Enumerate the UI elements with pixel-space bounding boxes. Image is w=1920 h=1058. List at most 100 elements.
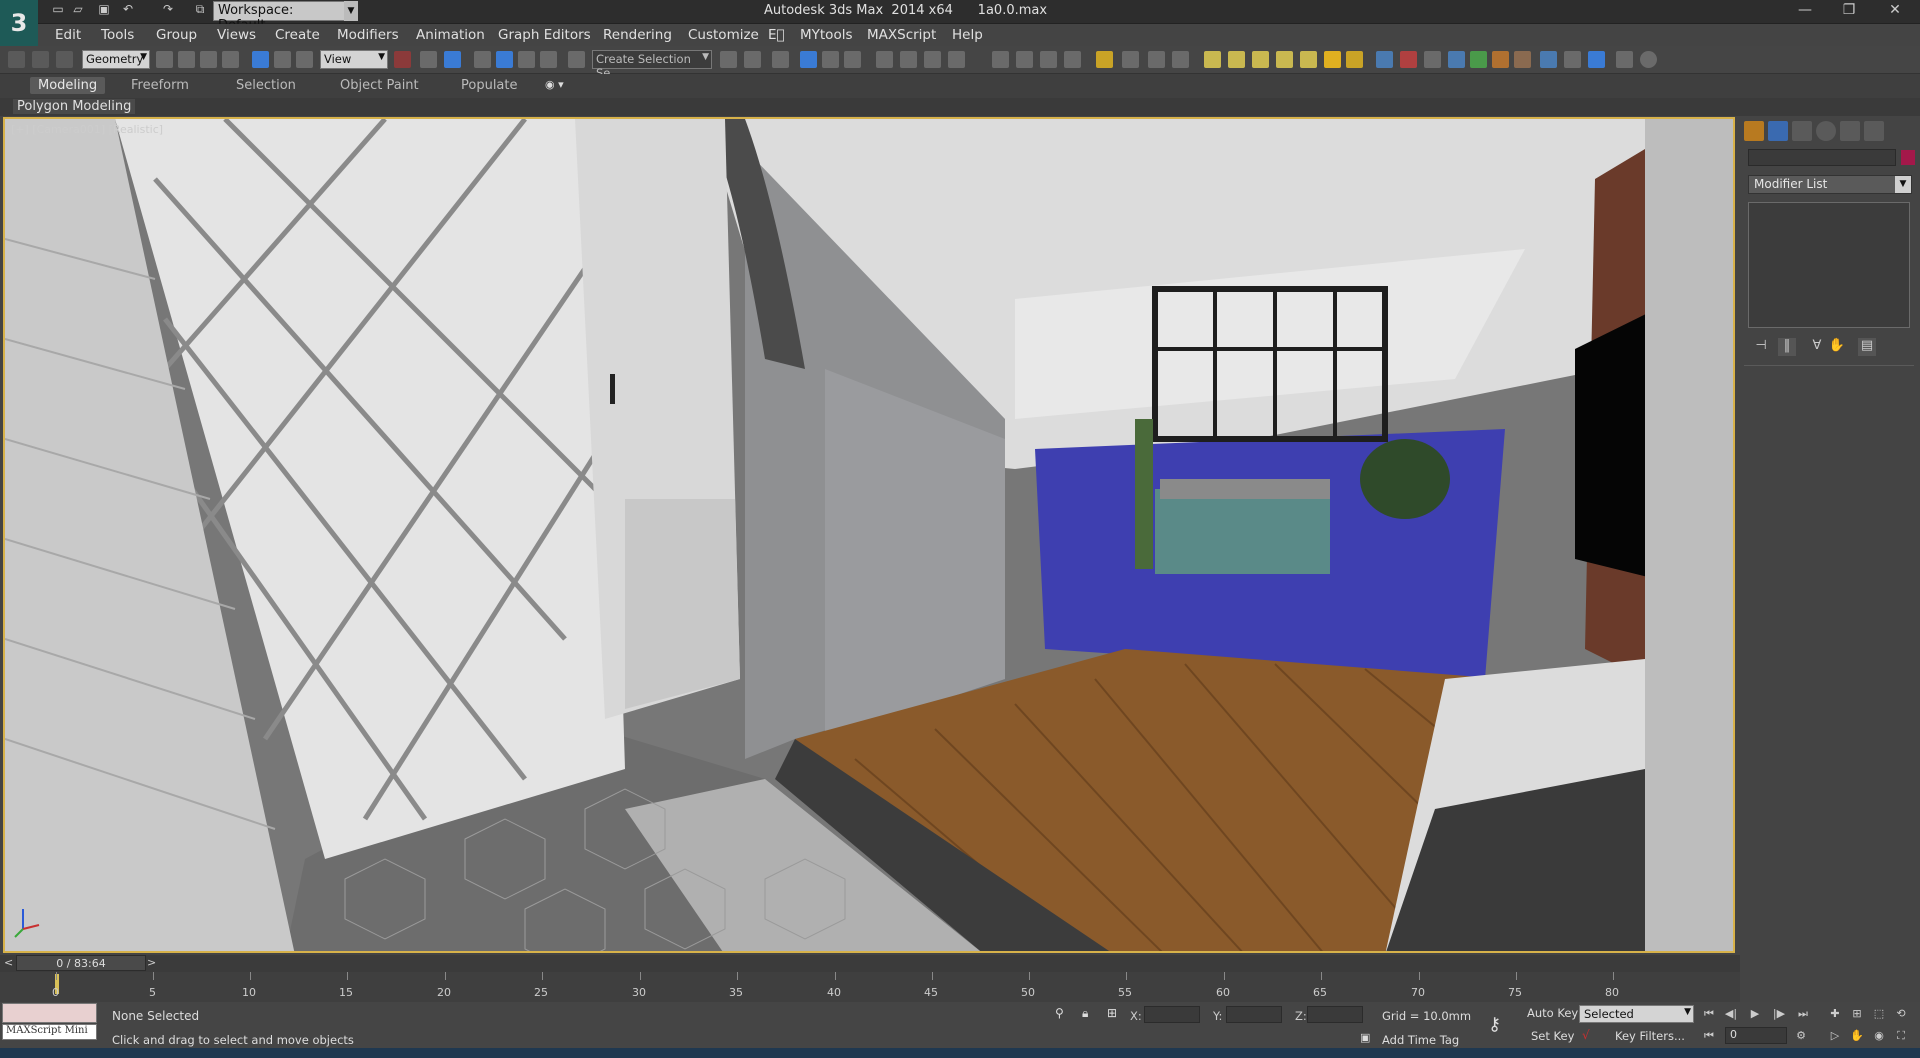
menu-modifiers[interactable]: Modifiers [337, 27, 399, 43]
ambient-light-icon[interactable] [1346, 51, 1363, 68]
sphere-light-icon[interactable] [1228, 51, 1245, 68]
material-editor-icon[interactable] [900, 51, 917, 68]
go-to-start-icon[interactable]: ⏮ [1700, 1005, 1718, 1023]
zoom-icon[interactable]: ✚ [1826, 1005, 1844, 1023]
time-config-icon[interactable]: ⚙ [1792, 1027, 1810, 1045]
tab-populate[interactable]: Populate [461, 78, 518, 93]
render-frame-icon[interactable] [948, 51, 965, 68]
previous-frame-icon[interactable]: ◀| [1722, 1005, 1740, 1023]
modifier-stack[interactable] [1748, 202, 1910, 328]
ies-light-icon[interactable] [1300, 51, 1317, 68]
dome-light-icon[interactable] [1276, 51, 1293, 68]
time-slider-prev[interactable]: < [4, 956, 13, 969]
create-tab-icon[interactable] [1744, 121, 1764, 141]
workspace-dropdown[interactable]: Workspace: Default [213, 1, 345, 33]
ribbon-options-icon[interactable]: ◉ ▾ [545, 78, 564, 91]
selection-lock-icon[interactable]: 🔒︎ [1082, 1006, 1088, 1021]
maxscript-mini-input[interactable]: MAXScript Mini [2, 1024, 97, 1040]
go-to-end-icon[interactable]: ⏭ [1794, 1005, 1812, 1023]
tab-object-paint[interactable]: Object Paint [340, 78, 419, 93]
select-and-rotate-icon[interactable] [274, 51, 291, 68]
vfb-icon[interactable] [1588, 51, 1605, 68]
hierarchy-tab-icon[interactable] [1792, 121, 1812, 141]
maxscript-listener-output[interactable] [2, 1003, 97, 1023]
orbit-icon[interactable]: ⟲ [1892, 1005, 1910, 1023]
snaps-toggle-icon[interactable] [474, 51, 491, 68]
motion-tab-icon[interactable] [1816, 121, 1836, 141]
menu-maxscript[interactable]: MAXScript [867, 27, 936, 43]
curve-editor-icon[interactable] [844, 51, 861, 68]
render-setup-icon[interactable] [924, 51, 941, 68]
vr-plane-icon[interactable] [1470, 51, 1487, 68]
angle-snap-icon[interactable] [496, 51, 513, 68]
time-slider[interactable]: < 0 / 83:64 > [0, 955, 1740, 972]
modifier-list-dropdown[interactable]: Modifier List ▼ [1748, 175, 1912, 194]
edit-named-selection-icon[interactable] [568, 51, 585, 68]
layer-manager-icon[interactable] [772, 51, 789, 68]
teapot-render-icon[interactable] [992, 51, 1009, 68]
show-end-result-icon[interactable]: ‖ [1778, 338, 1796, 356]
named-selection-dropdown[interactable]: Create Selection Se ▼ [592, 50, 712, 80]
object-color-swatch[interactable] [1901, 150, 1915, 165]
pivot-center-icon[interactable] [394, 51, 411, 68]
vr-other-icon[interactable] [1514, 51, 1531, 68]
menu-mytools[interactable]: MYtools [800, 27, 853, 43]
menu-edit[interactable]: Edit [55, 27, 81, 43]
graphite-toggle-icon[interactable] [822, 51, 839, 68]
list-icon[interactable] [1616, 51, 1633, 68]
menu-rendering[interactable]: Rendering [603, 27, 672, 43]
schematic-view-icon[interactable] [876, 51, 893, 68]
x-coordinate-field[interactable] [1144, 1006, 1200, 1023]
select-and-move-icon[interactable] [252, 51, 269, 68]
bind-spacewarp-icon[interactable] [56, 51, 73, 68]
zoom-all-icon[interactable]: ⊞ [1848, 1005, 1866, 1023]
displacement-icon[interactable] [1424, 51, 1441, 68]
menu-views[interactable]: Views [217, 27, 256, 43]
selection-filter-dropdown[interactable]: Geometry ▼ [82, 50, 150, 69]
zoom-extents-icon[interactable]: ⬚ [1870, 1005, 1888, 1023]
plugin-icon-5[interactable] [1148, 51, 1165, 68]
vr-mesh-icon[interactable] [1448, 51, 1465, 68]
next-frame-icon[interactable]: |▶ [1770, 1005, 1788, 1023]
select-manipulate-icon[interactable] [420, 51, 437, 68]
window-crossing-icon[interactable] [222, 51, 239, 68]
time-slider-next[interactable]: > [147, 956, 156, 969]
camera-viewport[interactable]: [+] [Camera001] [Realistic] [3, 117, 1735, 953]
remove-modifier-icon[interactable]: ✋ [1828, 338, 1846, 356]
close-icon[interactable]: ✕ [1880, 2, 1910, 22]
new-file-icon[interactable]: ▭ [48, 2, 68, 20]
key-curve-icon[interactable]: √ [1582, 1028, 1590, 1042]
tab-freeform[interactable]: Freeform [131, 78, 189, 93]
plane-light-icon[interactable] [1204, 51, 1221, 68]
menu-tools[interactable]: Tools [101, 27, 134, 43]
z-coordinate-field[interactable] [1307, 1006, 1363, 1023]
save-icon[interactable]: ▣ [94, 2, 114, 20]
utilities-tab-icon[interactable] [1864, 121, 1884, 141]
pan-view-icon[interactable]: ✋ [1848, 1027, 1866, 1045]
plugin-icon-1[interactable] [1016, 51, 1033, 68]
plugin-icon-6[interactable] [1172, 51, 1189, 68]
select-and-scale-icon[interactable] [296, 51, 313, 68]
light-icon-1[interactable] [1096, 51, 1113, 68]
render-icon[interactable] [1540, 51, 1557, 68]
sun-light-icon[interactable] [1324, 51, 1341, 68]
modify-tab-icon[interactable] [1768, 121, 1788, 141]
plugin-icon-3[interactable] [1064, 51, 1081, 68]
orbit-subobject-icon[interactable]: ◉ [1870, 1027, 1888, 1045]
add-time-tag[interactable]: Add Time Tag [1382, 1033, 1459, 1047]
app-logo-button[interactable]: 3 [0, 0, 38, 46]
key-mode-dropdown[interactable]: Selected ▼ [1579, 1005, 1694, 1023]
fur-icon[interactable] [1400, 51, 1417, 68]
plugin-icon-2[interactable] [1040, 51, 1057, 68]
select-by-name-icon[interactable] [178, 51, 195, 68]
viewport-label[interactable]: [+] [Camera001] [Realistic] [11, 123, 163, 136]
menu-create[interactable]: Create [275, 27, 320, 43]
select-object-icon[interactable] [156, 51, 173, 68]
isolate-selection-icon[interactable]: ⚲ [1055, 1006, 1064, 1020]
display-tab-icon[interactable] [1840, 121, 1860, 141]
menu-animation[interactable]: Animation [416, 27, 485, 43]
menu-help[interactable]: Help [952, 27, 983, 43]
mesh-light-icon[interactable] [1252, 51, 1269, 68]
spinner-snap-icon[interactable] [540, 51, 557, 68]
menu-group[interactable]: Group [156, 27, 197, 43]
